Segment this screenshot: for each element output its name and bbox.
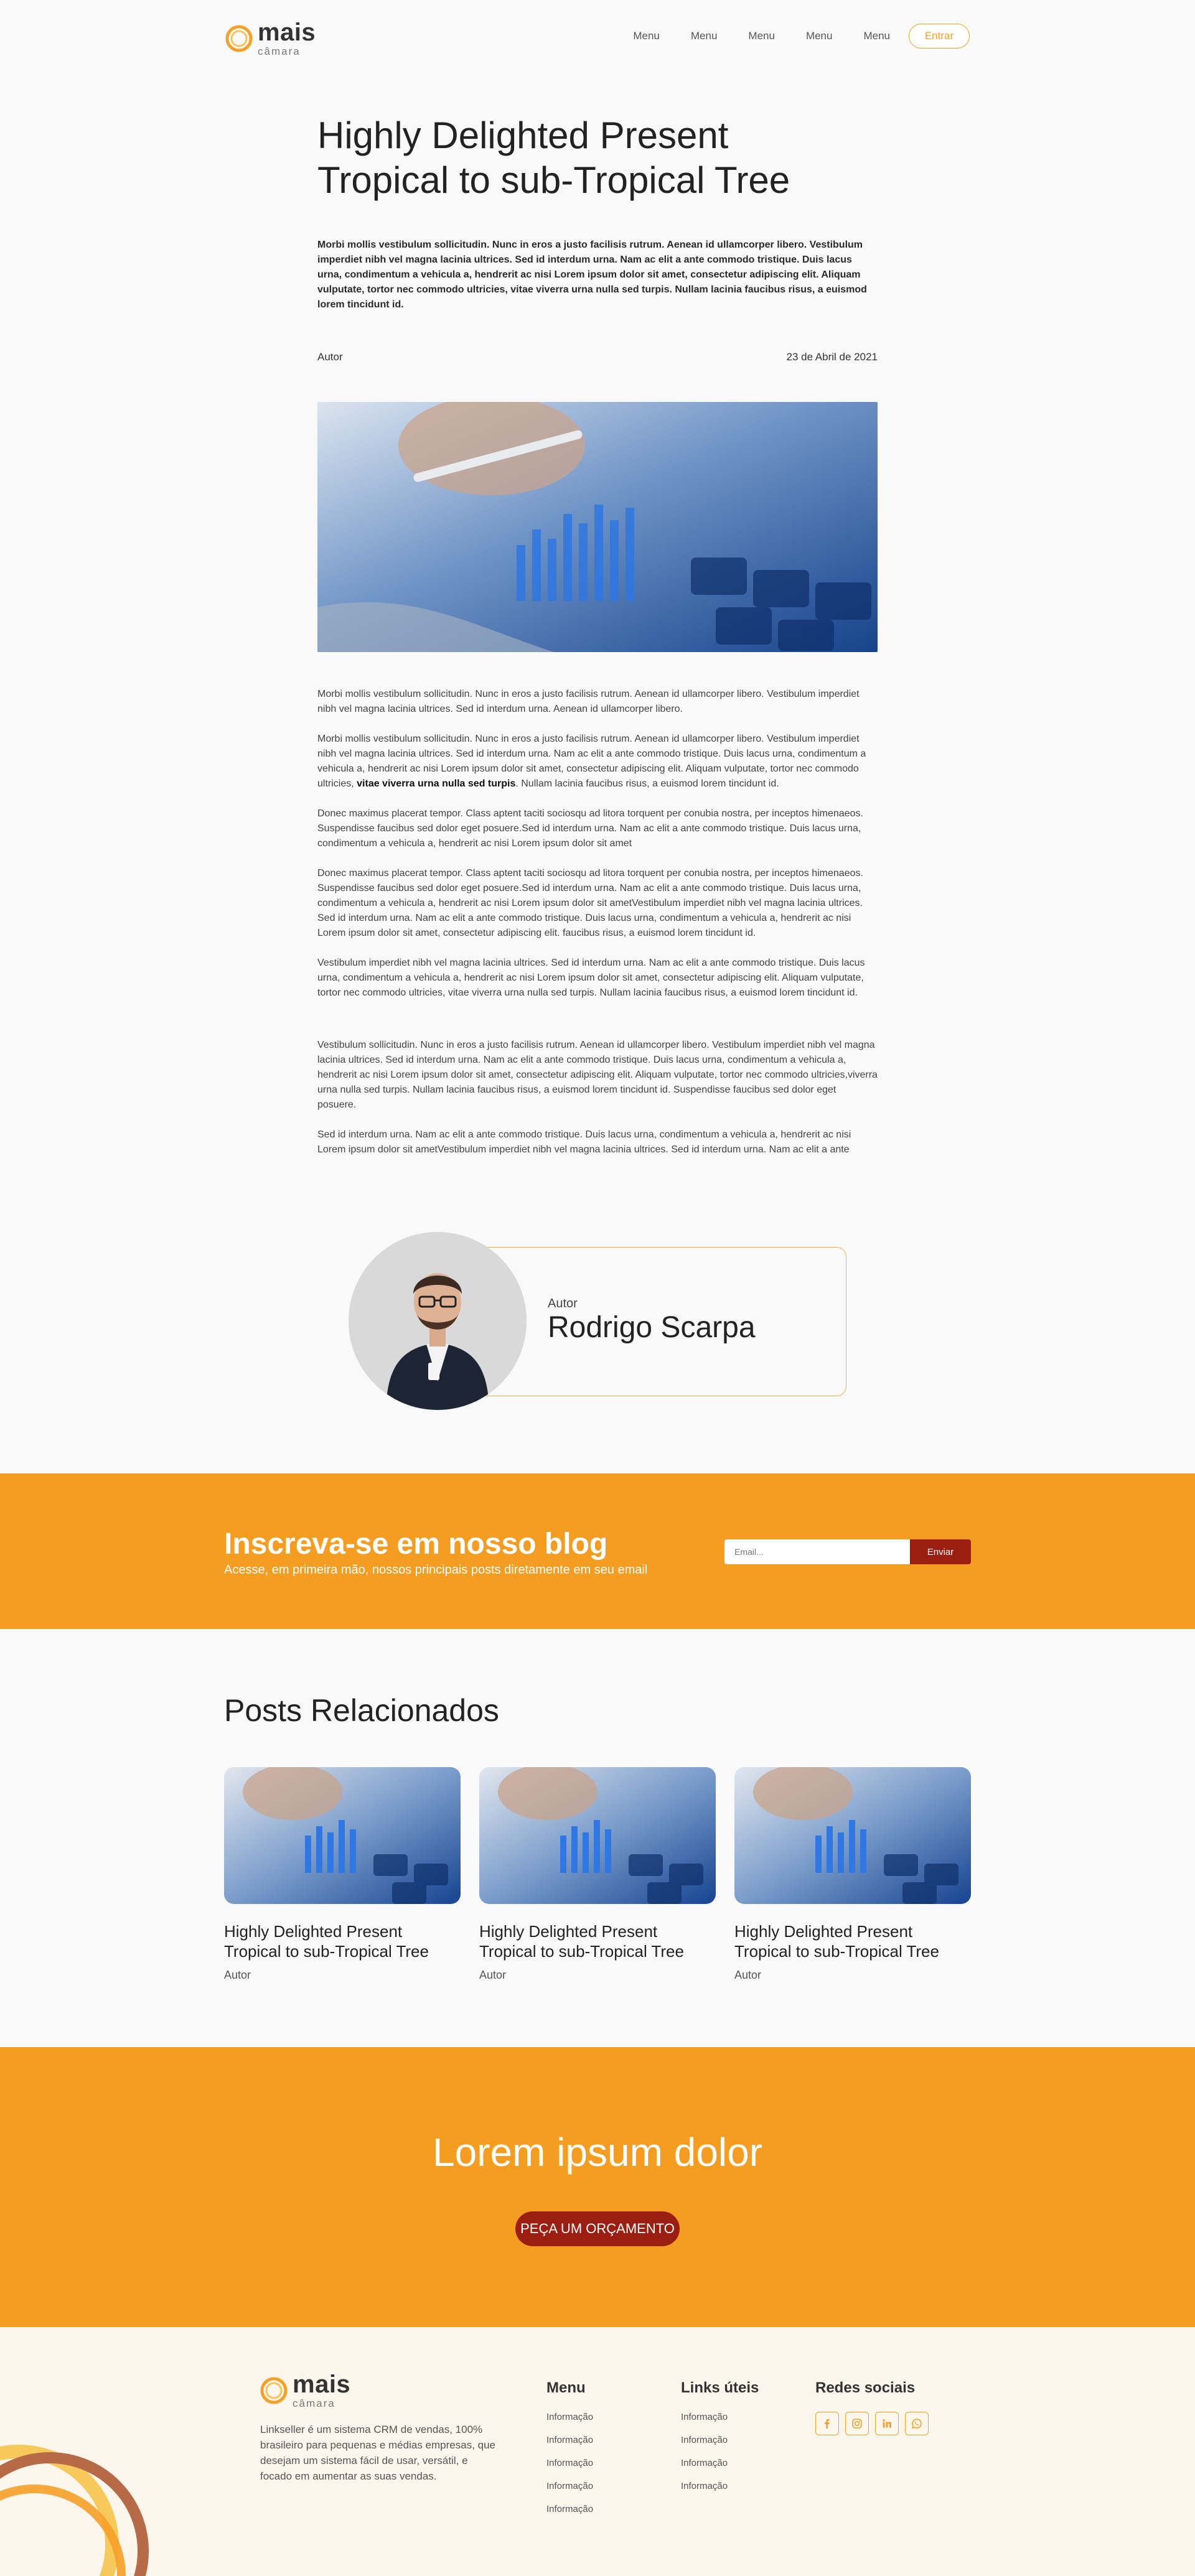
footer-social: Redes sociais xyxy=(815,2379,929,2435)
logo-subtext: câmara xyxy=(258,45,301,57)
logo-text: mais xyxy=(258,19,316,46)
author-avatar xyxy=(349,1232,527,1410)
whatsapp-icon[interactable] xyxy=(905,2412,929,2435)
footer-menu: Menu Informação Informação Informação In… xyxy=(546,2379,593,2527)
logo-ring-icon xyxy=(224,24,254,54)
site-footer: mais câmara Linkseller é um sistema CRM … xyxy=(0,2327,1195,2576)
paragraph-6: Vestibulum sollicitudin. Nunc in eros a … xyxy=(317,1040,878,1110)
footer-social-title: Redes sociais xyxy=(815,2379,916,2396)
quote-button[interactable]: PEÇA UM ORÇAMENTO xyxy=(515,2211,680,2246)
author-label: Autor xyxy=(548,1297,578,1310)
paragraph-3: Donec maximus placerat tempor. Class apt… xyxy=(317,808,863,849)
related-post-image[interactable] xyxy=(734,1767,971,1904)
related-post-author: Autor xyxy=(479,1969,507,1981)
subscribe-title: Inscreva-se em nosso blog xyxy=(224,1528,608,1561)
related-post-title[interactable]: Highly Delighted Present Tropical to sub… xyxy=(224,1921,461,1961)
footer-logo[interactable]: mais câmara xyxy=(259,2372,350,2409)
footer-menu-title: Menu xyxy=(546,2379,586,2396)
footer-useful-link[interactable]: Informação xyxy=(681,2481,759,2491)
footer-links: Links úteis Informação Informação Inform… xyxy=(681,2379,759,2504)
paragraph-2: Morbi mollis vestibulum sollicitudin. Nu… xyxy=(317,734,866,789)
related-title: Posts Relacionados xyxy=(224,1693,499,1728)
related-post-card[interactable]: Highly Delighted Present Tropical to sub… xyxy=(224,1767,461,1982)
logo-subtext: câmara xyxy=(293,2397,335,2409)
article-hero-image xyxy=(317,402,878,652)
site-header: mais câmara Menu Menu Menu Menu Menu Ent… xyxy=(0,0,1195,73)
article-date: 23 de Abril de 2021 xyxy=(786,351,878,363)
footer-links-title: Links úteis xyxy=(681,2379,759,2396)
nav-menu-1[interactable]: Menu xyxy=(633,30,660,42)
footer-menu-link[interactable]: Informação xyxy=(546,2504,593,2514)
footer-useful-link[interactable]: Informação xyxy=(681,2412,759,2422)
author-name: Rodrigo Scarpa xyxy=(548,1311,756,1344)
paragraph-7: Sed id interdum urna. Nam ac elit a ante… xyxy=(317,1129,851,1155)
article-title: Highly Delighted Present Tropical to sub… xyxy=(317,114,790,201)
paragraph-4: Donec maximus placerat tempor. Class apt… xyxy=(317,868,863,938)
login-button[interactable]: Entrar xyxy=(909,24,970,49)
nav-menu-5[interactable]: Menu xyxy=(863,30,890,42)
logo-text: mais xyxy=(293,2371,351,2398)
related-post-title[interactable]: Highly Delighted Present Tropical to sub… xyxy=(479,1921,716,1961)
cta-section: Lorem ipsum dolor PEÇA UM ORÇAMENTO xyxy=(0,2047,1195,2327)
subscribe-button[interactable]: Enviar xyxy=(910,1539,971,1564)
footer-description: Linkseller é um sistema CRM de vendas, 1… xyxy=(260,2424,496,2482)
footer-menu-link[interactable]: Informação xyxy=(546,2458,593,2468)
instagram-icon[interactable] xyxy=(845,2412,869,2435)
logo-ring-icon xyxy=(259,2376,289,2406)
paragraph-5: Vestibulum imperdiet nibh vel magna laci… xyxy=(317,958,865,998)
related-post-author: Autor xyxy=(734,1969,762,1981)
author-info: Autor Rodrigo Scarpa xyxy=(548,1297,756,1345)
email-input[interactable] xyxy=(724,1539,910,1564)
nav-menu-3[interactable]: Menu xyxy=(748,30,775,42)
related-post-title[interactable]: Highly Delighted Present Tropical to sub… xyxy=(734,1921,971,1961)
paragraph-1: Morbi mollis vestibulum sollicitudin. Nu… xyxy=(317,689,860,714)
bold-text: vitae viverra urna nulla sed turpis xyxy=(357,778,516,789)
nav-menu-2[interactable]: Menu xyxy=(691,30,718,42)
facebook-icon[interactable] xyxy=(815,2412,839,2435)
cta-title: Lorem ipsum dolor xyxy=(433,2130,762,2175)
related-post-card[interactable]: Highly Delighted Present Tropical to sub… xyxy=(734,1767,971,1982)
main-nav: Menu Menu Menu Menu Menu Entrar xyxy=(633,24,970,49)
subscribe-section: Inscreva-se em nosso blog Acesse, em pri… xyxy=(0,1473,1195,1629)
related-post-author: Autor xyxy=(224,1969,251,1981)
decorative-rings xyxy=(0,2445,149,2576)
related-post-card[interactable]: Highly Delighted Present Tropical to sub… xyxy=(479,1767,716,1982)
article-body: Morbi mollis vestibulum sollicitudin. Nu… xyxy=(317,687,878,1172)
footer-useful-link[interactable]: Informação xyxy=(681,2435,759,2445)
footer-menu-link[interactable]: Informação xyxy=(546,2481,593,2491)
footer-useful-link[interactable]: Informação xyxy=(681,2458,759,2468)
logo[interactable]: mais câmara xyxy=(224,20,316,57)
related-post-image[interactable] xyxy=(479,1767,716,1904)
article-meta: Autor 23 de Abril de 2021 xyxy=(317,351,878,366)
subscribe-form: Enviar xyxy=(724,1539,971,1564)
footer-menu-link[interactable]: Informação xyxy=(546,2435,593,2445)
subscribe-text: Acesse, em primeira mão, nossos principa… xyxy=(224,1563,648,1577)
article-author[interactable]: Autor xyxy=(317,351,343,366)
article-lead: Morbi mollis vestibulum sollicitudin. Nu… xyxy=(317,240,867,310)
linkedin-icon[interactable] xyxy=(875,2412,899,2435)
nav-menu-4[interactable]: Menu xyxy=(806,30,833,42)
related-post-image[interactable] xyxy=(224,1767,461,1904)
footer-menu-link[interactable]: Informação xyxy=(546,2412,593,2422)
